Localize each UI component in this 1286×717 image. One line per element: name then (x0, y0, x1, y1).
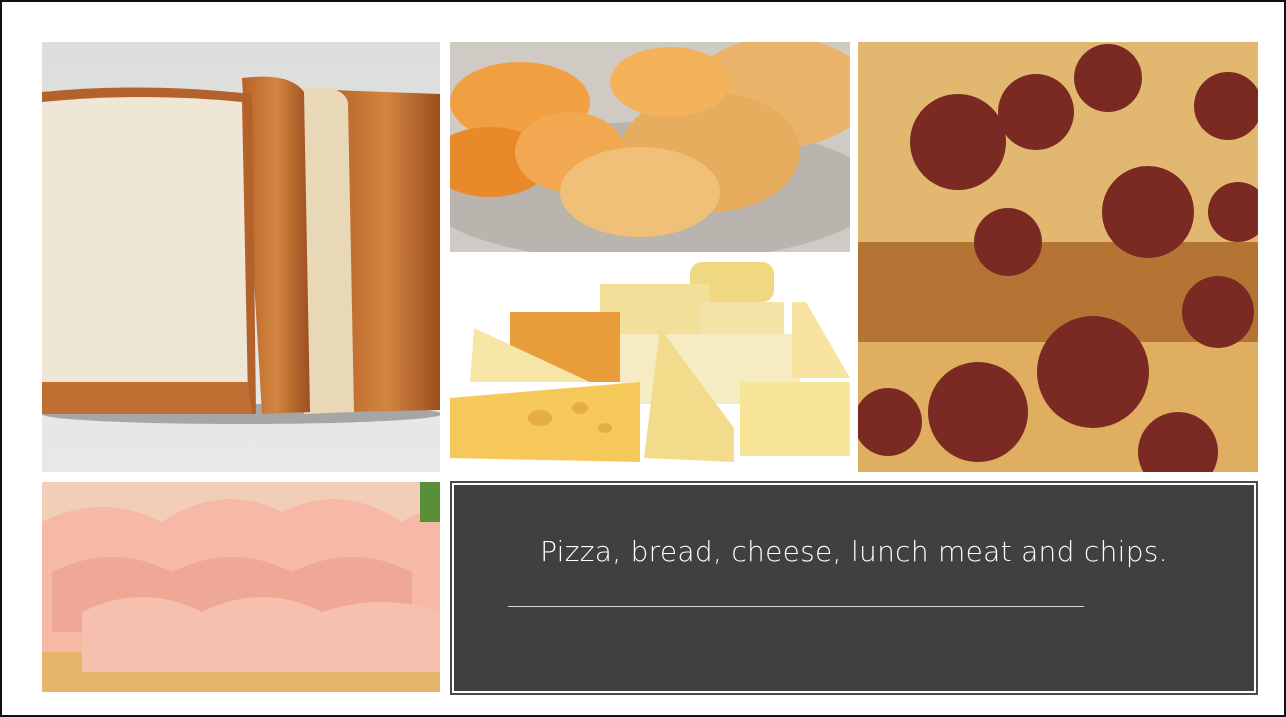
pizza-photo (858, 42, 1258, 472)
slide: Pizza, bread, cheese, lunch meat and chi… (0, 0, 1286, 717)
caption-box: Pizza, bread, cheese, lunch meat and chi… (450, 481, 1258, 695)
cheese-photo (450, 258, 850, 472)
lunch-meat-photo (42, 482, 440, 692)
caption-text: Pizza, bread, cheese, lunch meat and chi… (540, 535, 1168, 568)
chips-photo (450, 42, 850, 252)
bread-photo (42, 42, 440, 472)
caption-divider (508, 606, 1084, 607)
